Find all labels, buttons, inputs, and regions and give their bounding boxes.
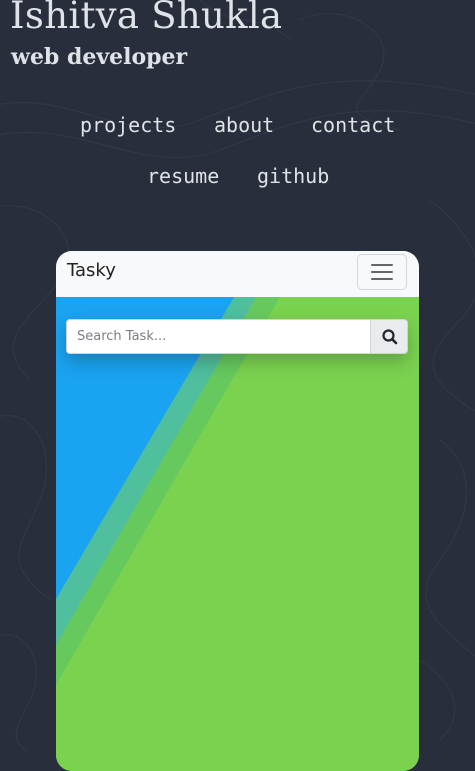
site-subtitle: web developer — [11, 44, 188, 70]
hamburger-menu-icon-bar — [371, 271, 393, 273]
project-preview-card: Tasky — [56, 251, 419, 771]
nav-link-contact[interactable]: contact — [311, 113, 395, 137]
hamburger-menu-icon-bar — [371, 278, 393, 280]
hamburger-menu-icon — [371, 264, 393, 266]
search-button[interactable] — [370, 319, 408, 354]
hamburger-menu-button[interactable] — [357, 254, 407, 290]
preview-navbar: Tasky — [56, 251, 419, 297]
nav-link-resume[interactable]: resume — [147, 164, 219, 188]
nav-link-github[interactable]: github — [257, 164, 329, 188]
nav-link-about[interactable]: about — [214, 113, 274, 137]
site-title: Ishitva Shukla — [10, 0, 283, 37]
hero-background — [56, 297, 419, 771]
search-bar — [66, 319, 408, 354]
search-input[interactable] — [66, 319, 370, 354]
search-icon — [382, 329, 398, 345]
navbar-brand[interactable]: Tasky — [67, 260, 116, 281]
nav-link-projects[interactable]: projects — [80, 113, 176, 137]
